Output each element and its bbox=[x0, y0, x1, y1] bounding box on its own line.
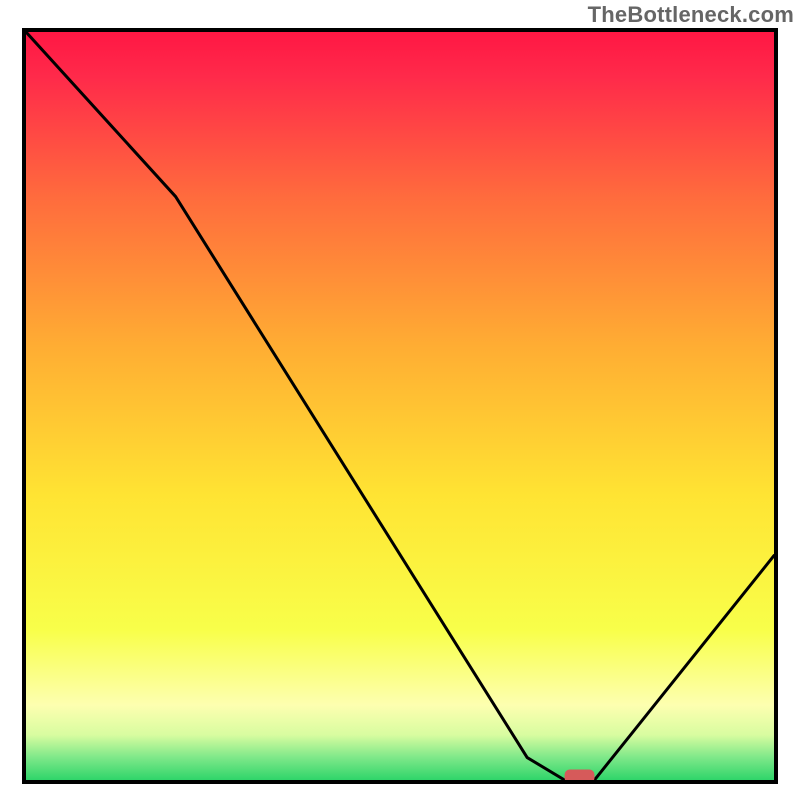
bottleneck-curve bbox=[26, 32, 774, 780]
optimal-range-marker bbox=[565, 770, 595, 780]
plot-frame bbox=[22, 28, 778, 784]
curve-layer bbox=[26, 32, 774, 780]
watermark-text: TheBottleneck.com bbox=[588, 2, 794, 28]
chart-container: TheBottleneck.com bbox=[0, 0, 800, 800]
